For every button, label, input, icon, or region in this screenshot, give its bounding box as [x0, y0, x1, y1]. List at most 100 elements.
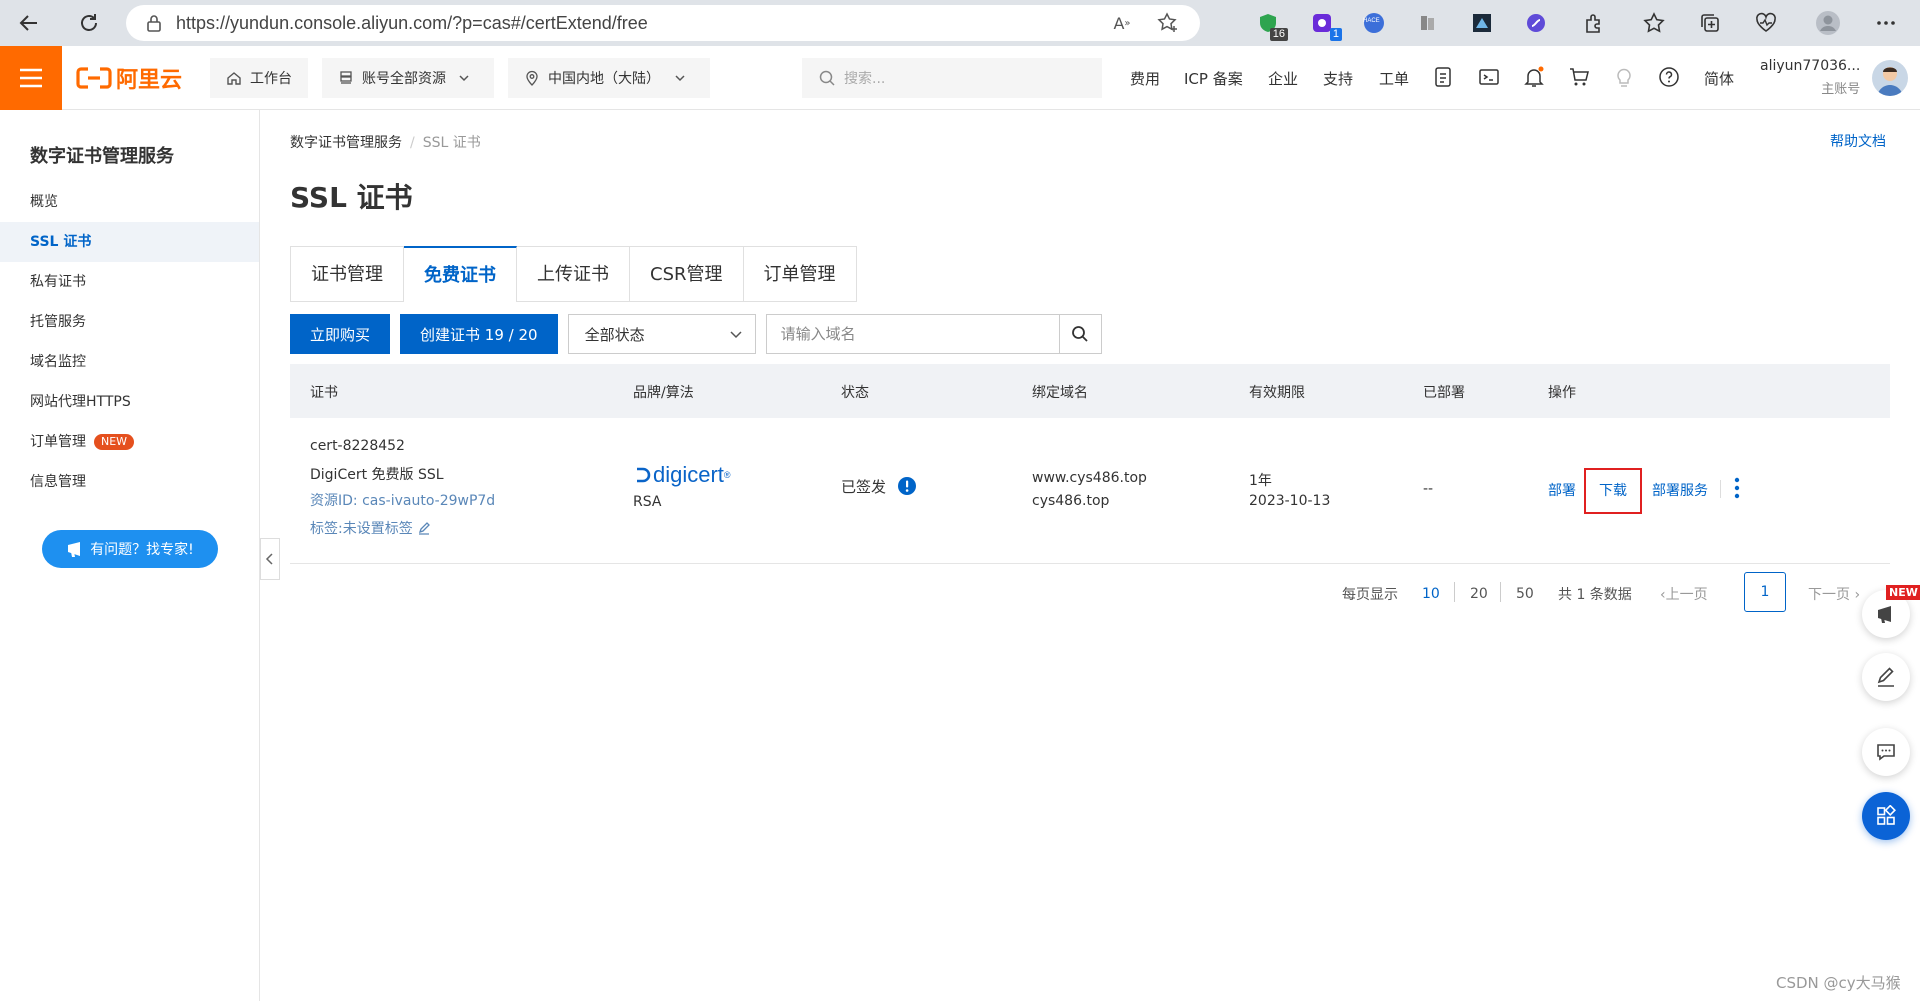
- aliyun-logo[interactable]: 阿里云: [76, 62, 182, 94]
- tab-free-cert[interactable]: 免费证书: [404, 246, 517, 302]
- extension-book-icon[interactable]: [1414, 9, 1442, 37]
- chevron-down-icon: [730, 331, 742, 339]
- refresh-icon[interactable]: [72, 6, 106, 40]
- chevron-down-icon: [459, 74, 469, 81]
- more-actions-icon[interactable]: [1733, 476, 1741, 500]
- sidebar-item-domain-monitor[interactable]: 域名监控: [0, 342, 259, 382]
- column-header: 已部署: [1423, 385, 1465, 401]
- download-link[interactable]: 下载: [1599, 480, 1627, 500]
- cert-table: 证书 品牌/算法 状态 绑定域名 有效期限 已部署 操作 cert-822845…: [290, 364, 1890, 564]
- terminal-icon[interactable]: [1478, 66, 1500, 88]
- sidebar-collapse-handle[interactable]: [260, 538, 280, 580]
- language-switch[interactable]: 简体: [1704, 68, 1734, 89]
- status-filter-select[interactable]: 全部状态: [567, 314, 756, 354]
- user-name: aliyun77036...: [1760, 58, 1861, 74]
- home-icon: [227, 71, 241, 85]
- breadcrumb-root[interactable]: 数字证书管理服务: [290, 135, 402, 151]
- resource-id: 资源ID: cas-ivauto-29wP7d: [310, 493, 496, 509]
- notification-bell-icon[interactable]: [1523, 66, 1545, 88]
- sidebar: 数字证书管理服务 概览 SSL 证书 私有证书 托管服务 域名监控 网站代理HT…: [0, 110, 260, 1001]
- chat-float-button[interactable]: [1862, 728, 1910, 776]
- help-icon[interactable]: [1658, 66, 1680, 88]
- deploy-service-link[interactable]: 部署服务: [1652, 480, 1708, 500]
- extension-shield-icon[interactable]: 16: [1254, 9, 1288, 41]
- lightbulb-icon[interactable]: [1613, 66, 1635, 88]
- page-size-10[interactable]: 10: [1422, 586, 1440, 602]
- extension-hace-icon[interactable]: HACE: [1360, 9, 1388, 37]
- next-page-button[interactable]: 下一页 ›: [1808, 584, 1860, 604]
- megaphone-icon: [68, 542, 81, 557]
- add-favorite-icon[interactable]: [1154, 9, 1182, 37]
- back-icon[interactable]: [12, 6, 46, 40]
- sidebar-item-managed-service[interactable]: 托管服务: [0, 302, 259, 342]
- new-badge: NEW: [94, 434, 135, 450]
- page-size-20[interactable]: 20: [1470, 586, 1488, 602]
- collections-icon[interactable]: [1696, 9, 1724, 37]
- favorites-star-icon[interactable]: [1640, 9, 1668, 37]
- column-header: 证书: [310, 385, 338, 401]
- address-bar[interactable]: https://yundun.console.aliyun.com/?p=cas…: [126, 5, 1200, 41]
- document-icon[interactable]: [1432, 66, 1454, 88]
- lock-icon: [146, 14, 162, 32]
- support-link[interactable]: 支持: [1323, 68, 1353, 89]
- extension-swirl-icon[interactable]: [1522, 9, 1550, 37]
- sidebar-item-orders[interactable]: 订单管理 NEW: [0, 422, 259, 462]
- sidebar-item-overview[interactable]: 概览: [0, 182, 259, 222]
- algorithm: RSA: [633, 494, 662, 510]
- browser-essentials-icon[interactable]: [1752, 9, 1780, 37]
- hamburger-menu-icon[interactable]: [0, 45, 62, 110]
- tab-csr-management[interactable]: CSR管理: [630, 246, 744, 302]
- deploy-link[interactable]: 部署: [1548, 480, 1576, 500]
- status-filter-value: 全部状态: [584, 325, 645, 344]
- bound-domain: cys486.top: [1032, 493, 1110, 509]
- edit-icon[interactable]: [417, 521, 431, 535]
- table-header: 证书 品牌/算法 状态 绑定域名 有效期限 已部署 操作: [290, 364, 1890, 418]
- sidebar-item-ssl-cert[interactable]: SSL 证书: [0, 222, 259, 262]
- more-menu-icon[interactable]: [1872, 9, 1900, 37]
- edit-float-button[interactable]: [1862, 653, 1910, 701]
- workbench-button[interactable]: 工作台: [210, 57, 309, 98]
- page-number-button[interactable]: 1: [1744, 572, 1786, 612]
- region-dropdown[interactable]: 中国内地（大陆）: [508, 57, 711, 98]
- resource-group-dropdown[interactable]: 账号全部资源: [322, 57, 495, 98]
- user-account[interactable]: aliyun77036... 主账号: [1760, 58, 1860, 97]
- cart-icon[interactable]: [1568, 66, 1590, 88]
- extension-app-icon[interactable]: 1: [1308, 9, 1342, 41]
- digicert-mark-icon: [637, 467, 651, 483]
- profile-icon[interactable]: [1814, 9, 1842, 37]
- billing-link[interactable]: 费用: [1130, 68, 1160, 89]
- read-aloud-icon[interactable]: A»: [1108, 9, 1136, 37]
- ask-expert-button[interactable]: 有问题？找专家!: [42, 530, 218, 568]
- expiry-date: 2023-10-13: [1249, 493, 1331, 509]
- enterprise-link[interactable]: 企业: [1268, 68, 1298, 89]
- sidebar-item-info[interactable]: 信息管理: [0, 462, 259, 502]
- page-size-50[interactable]: 50: [1516, 586, 1534, 602]
- tab-order-management[interactable]: 订单管理: [743, 246, 857, 302]
- tab-cert-management[interactable]: 证书管理: [290, 246, 404, 302]
- global-search-input[interactable]: 搜索...: [802, 58, 1102, 98]
- toolbar: 立即购买 创建证书 19 / 20 全部状态: [290, 314, 1102, 354]
- sidebar-item-label: 订单管理: [30, 434, 86, 450]
- sidebar-item-private-cert[interactable]: 私有证书: [0, 262, 259, 302]
- create-cert-button[interactable]: 创建证书 19 / 20: [400, 314, 558, 354]
- extension-dark-icon[interactable]: [1468, 9, 1496, 37]
- ticket-link[interactable]: 工单: [1379, 68, 1409, 89]
- apps-float-button[interactable]: [1862, 792, 1910, 840]
- cert-tag[interactable]: 标签:未设置标签: [310, 518, 431, 538]
- buy-now-button[interactable]: 立即购买: [290, 314, 391, 354]
- domain-search-button[interactable]: [1058, 315, 1101, 353]
- sidebar-item-https-proxy[interactable]: 网站代理HTTPS: [0, 382, 259, 422]
- help-doc-link[interactable]: 帮助文档: [1830, 131, 1886, 151]
- breadcrumb-current: SSL 证书: [422, 135, 481, 151]
- tab-upload-cert[interactable]: 上传证书: [517, 246, 630, 302]
- extensions-puzzle-icon[interactable]: [1580, 9, 1608, 37]
- avatar[interactable]: [1872, 60, 1908, 96]
- icp-link[interactable]: ICP 备案: [1184, 68, 1243, 89]
- search-icon: [1072, 326, 1088, 342]
- cert-name: cert-8228452: [310, 438, 405, 454]
- prev-page-button[interactable]: ‹上一页: [1660, 584, 1708, 604]
- domain-search-input[interactable]: [766, 315, 1059, 353]
- tab-bar: 证书管理 免费证书 上传证书 CSR管理 订单管理: [290, 246, 857, 302]
- pagination: 每页显示 10 20 50 共 1 条数据 ‹上一页 1 下一页 ›: [1342, 572, 1902, 612]
- status-info-icon[interactable]: [897, 476, 917, 496]
